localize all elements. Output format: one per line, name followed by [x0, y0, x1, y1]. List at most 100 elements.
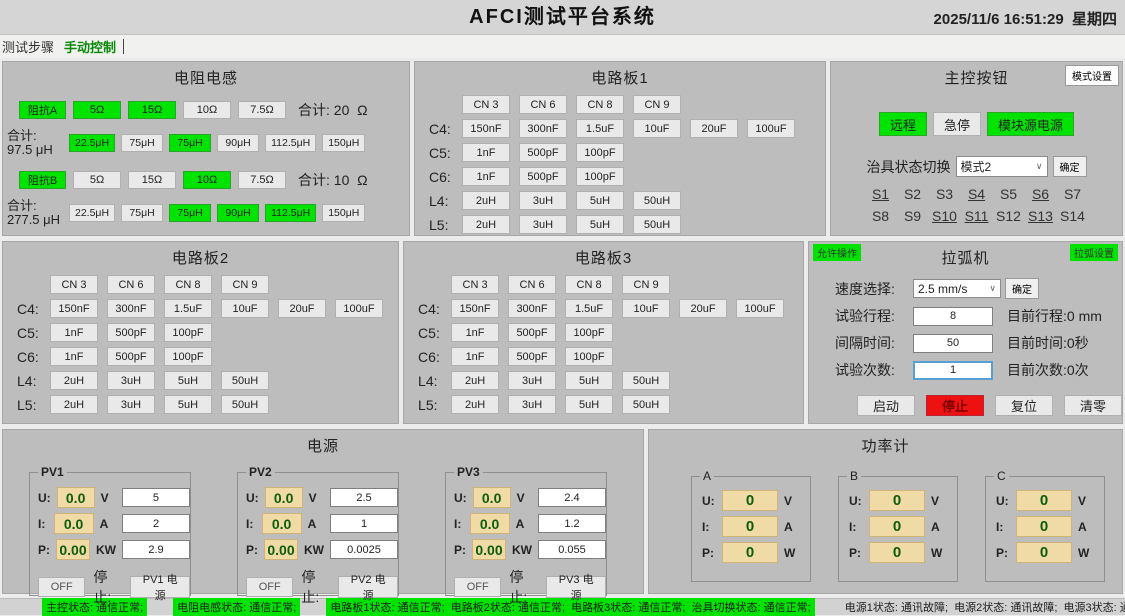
off-button[interactable]: OFF	[246, 577, 293, 597]
value-button[interactable]: 1nF	[50, 323, 98, 342]
setpoint-input[interactable]	[538, 540, 606, 559]
off-button[interactable]: OFF	[454, 577, 501, 597]
ohm-button[interactable]: 10Ω	[183, 171, 231, 189]
fixture-confirm-button[interactable]: 确定	[1053, 156, 1087, 177]
arc-button[interactable]: 启动	[857, 395, 915, 416]
arc-button[interactable]: 停止	[926, 395, 984, 416]
inductance-button[interactable]: 75μH	[169, 134, 211, 152]
setpoint-input[interactable]	[122, 514, 190, 533]
power-toggle-button[interactable]: PV2 电源	[338, 576, 398, 598]
setpoint-input[interactable]	[330, 514, 398, 533]
speed-select[interactable]: 2.5 mm/s ∨	[913, 279, 1001, 298]
value-button[interactable]: 50uH	[221, 371, 269, 390]
value-button[interactable]: 500pF	[519, 167, 567, 186]
cn-button[interactable]: CN 6	[508, 275, 556, 294]
value-button[interactable]: 100pF	[565, 347, 613, 366]
arc-button[interactable]: 复位	[995, 395, 1053, 416]
inductance-button[interactable]: 75μH	[169, 204, 211, 222]
cn-button[interactable]: CN 3	[50, 275, 98, 294]
value-button[interactable]: 150nF	[451, 299, 499, 318]
cn-button[interactable]: CN 9	[622, 275, 670, 294]
cn-button[interactable]: CN 9	[633, 95, 681, 114]
speed-confirm-button[interactable]: 确定	[1005, 278, 1039, 299]
ohm-button[interactable]: 5Ω	[73, 101, 121, 119]
impedance-name-button[interactable]: 阻抗B	[19, 171, 66, 189]
cn-button[interactable]: CN 3	[462, 95, 510, 114]
inductance-button[interactable]: 22.5μH	[69, 134, 115, 152]
inductance-button[interactable]: 90μH	[217, 204, 259, 222]
tab[interactable]: 测试步骤	[0, 35, 59, 58]
ohm-button[interactable]: 7.5Ω	[238, 101, 286, 119]
value-button[interactable]: 2uH	[462, 215, 510, 234]
arc-button[interactable]: 清零	[1064, 395, 1122, 416]
value-button[interactable]: 3uH	[519, 191, 567, 210]
power-toggle-button[interactable]: PV1 电源	[130, 576, 190, 598]
value-button[interactable]: 10uF	[622, 299, 670, 318]
value-button[interactable]: 150nF	[462, 119, 510, 138]
setpoint-input[interactable]	[330, 488, 398, 507]
value-button[interactable]: 20uF	[679, 299, 727, 318]
cn-button[interactable]: CN 3	[451, 275, 499, 294]
cn-button[interactable]: CN 9	[221, 275, 269, 294]
value-button[interactable]: 5uH	[565, 371, 613, 390]
value-button[interactable]: 100pF	[164, 347, 212, 366]
inductance-button[interactable]: 112.5μH	[265, 204, 316, 222]
inductance-button[interactable]: 112.5μH	[265, 134, 316, 152]
value-button[interactable]: 50uH	[633, 215, 681, 234]
value-button[interactable]: 1.5uF	[164, 299, 212, 318]
value-button[interactable]: 100pF	[576, 167, 624, 186]
mode-select[interactable]: 模式2 ∨	[956, 156, 1048, 177]
inductance-button[interactable]: 75μH	[121, 204, 163, 222]
value-button[interactable]: 50uH	[633, 191, 681, 210]
value-button[interactable]: 100uF	[747, 119, 795, 138]
value-button[interactable]: 1.5uF	[576, 119, 624, 138]
value-button[interactable]: 1nF	[462, 143, 510, 162]
value-button[interactable]: 50uH	[622, 371, 670, 390]
value-button[interactable]: 500pF	[508, 347, 556, 366]
arc-field-input[interactable]	[913, 334, 993, 353]
value-button[interactable]: 5uH	[565, 395, 613, 414]
ohm-button[interactable]: 10Ω	[183, 101, 231, 119]
inductance-button[interactable]: 150μH	[322, 204, 365, 222]
value-button[interactable]: 1nF	[451, 323, 499, 342]
value-button[interactable]: 100uF	[736, 299, 784, 318]
value-button[interactable]: 100pF	[164, 323, 212, 342]
value-button[interactable]: 100pF	[576, 143, 624, 162]
value-button[interactable]: 1nF	[451, 347, 499, 366]
value-button[interactable]: 10uF	[633, 119, 681, 138]
arc-field-input[interactable]	[913, 361, 993, 380]
cn-button[interactable]: CN 6	[107, 275, 155, 294]
inductance-button[interactable]: 75μH	[121, 134, 163, 152]
arc-field-input[interactable]	[913, 307, 993, 326]
value-button[interactable]: 300nF	[107, 299, 155, 318]
value-button[interactable]: 2uH	[50, 371, 98, 390]
value-button[interactable]: 2uH	[462, 191, 510, 210]
mode-settings-button[interactable]: 模式设置	[1065, 65, 1119, 86]
value-button[interactable]: 100uF	[335, 299, 383, 318]
value-button[interactable]: 3uH	[519, 215, 567, 234]
value-button[interactable]: 500pF	[508, 323, 556, 342]
value-button[interactable]: 2uH	[451, 371, 499, 390]
value-button[interactable]: 500pF	[107, 347, 155, 366]
value-button[interactable]: 3uH	[508, 395, 556, 414]
cn-button[interactable]: CN 8	[164, 275, 212, 294]
setpoint-input[interactable]	[538, 488, 606, 507]
off-button[interactable]: OFF	[38, 577, 85, 597]
value-button[interactable]: 2uH	[50, 395, 98, 414]
cn-button[interactable]: CN 6	[519, 95, 567, 114]
value-button[interactable]: 150nF	[50, 299, 98, 318]
value-button[interactable]: 20uF	[278, 299, 326, 318]
impedance-name-button[interactable]: 阻抗A	[19, 101, 66, 119]
value-button[interactable]: 5uH	[576, 215, 624, 234]
master-button[interactable]: 急停	[933, 112, 981, 136]
value-button[interactable]: 1nF	[462, 167, 510, 186]
value-button[interactable]: 50uH	[622, 395, 670, 414]
value-button[interactable]: 3uH	[107, 395, 155, 414]
ohm-button[interactable]: 5Ω	[73, 171, 121, 189]
inductance-button[interactable]: 22.5μH	[69, 204, 115, 222]
value-button[interactable]: 500pF	[519, 143, 567, 162]
value-button[interactable]: 1.5uF	[565, 299, 613, 318]
value-button[interactable]: 1nF	[50, 347, 98, 366]
ohm-button[interactable]: 15Ω	[128, 171, 176, 189]
value-button[interactable]: 5uH	[164, 395, 212, 414]
